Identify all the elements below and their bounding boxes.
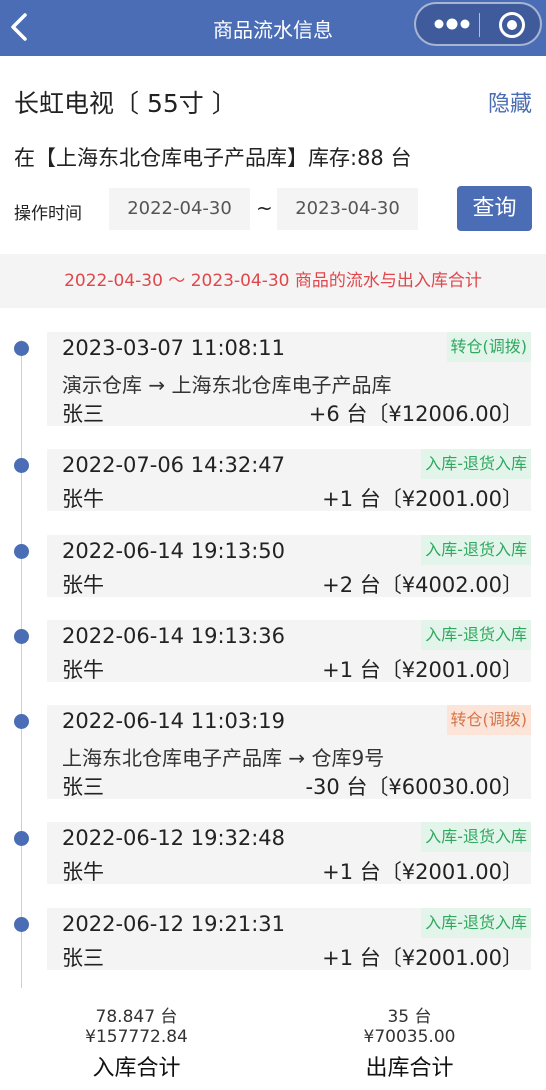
totals-footer: 78.847 台 ¥157772.84 入库合计 35 台 ¥70035.00 … xyxy=(0,988,546,1090)
mini-program-capsule xyxy=(414,2,542,46)
record-card[interactable]: 2022-06-12 19:32:48 入库-退货入库 张牛 +1 台〔¥200… xyxy=(47,822,531,884)
record-operator: 张牛 xyxy=(62,860,104,884)
record-amount: +1 台〔¥2001.00〕 xyxy=(322,946,523,970)
timeline-dot xyxy=(14,341,29,356)
record-route: 演示仓库 → 上海东北仓库电子产品库 xyxy=(62,373,392,397)
record-time: 2022-06-12 19:32:48 xyxy=(62,826,286,850)
record-card[interactable]: 2022-06-14 19:13:50 入库-退货入库 张牛 +2 台〔¥400… xyxy=(47,535,531,597)
record-type-tag: 入库-退货入库 xyxy=(421,822,531,852)
timeline-dot xyxy=(14,629,29,644)
hide-button[interactable]: 隐藏 xyxy=(488,86,532,118)
record-time: 2022-06-14 11:03:19 xyxy=(62,709,286,733)
record-operator: 张牛 xyxy=(62,658,104,682)
record-amount: +2 台〔¥4002.00〕 xyxy=(322,573,523,597)
product-name: 长虹电视〔 55寸 〕 xyxy=(14,89,237,118)
start-date-picker[interactable]: 2022-04-30 xyxy=(109,188,250,230)
timeline-dot xyxy=(14,831,29,846)
record-route: 上海东北仓库电子产品库 → 仓库9号 xyxy=(62,746,385,770)
record-operator: 张三 xyxy=(62,775,104,799)
record-amount: +1 台〔¥2001.00〕 xyxy=(322,487,523,511)
record-amount: +1 台〔¥2001.00〕 xyxy=(322,860,523,884)
query-button[interactable]: 查询 xyxy=(457,186,532,231)
record-operator: 张三 xyxy=(62,946,104,970)
record-type-tag: 转仓(调拨) xyxy=(446,332,531,362)
record-card[interactable]: 2022-06-14 11:03:19 转仓(调拨) 上海东北仓库电子产品库 →… xyxy=(47,705,531,799)
record-type-tag: 入库-退货入库 xyxy=(421,620,531,650)
close-icon[interactable] xyxy=(498,11,526,39)
outbound-quantity: 35 台 xyxy=(387,1007,432,1027)
inbound-label: 入库合计 xyxy=(92,1056,181,1081)
end-date-picker[interactable]: 2023-04-30 xyxy=(277,188,418,230)
timeline-dot xyxy=(14,917,29,932)
record-time: 2022-07-06 14:32:47 xyxy=(62,453,286,477)
timeline-dot xyxy=(14,714,29,729)
record-type-tag: 入库-退货入库 xyxy=(421,908,531,938)
outbound-amount: ¥70035.00 xyxy=(363,1027,456,1047)
record-operator: 张三 xyxy=(62,402,104,426)
record-card[interactable]: 2022-06-12 19:21:31 入库-退货入库 张三 +1 台〔¥200… xyxy=(47,908,531,970)
operation-time-label: 操作时间 xyxy=(14,204,82,224)
record-card[interactable]: 2023-03-07 11:08:11 转仓(调拨) 演示仓库 → 上海东北仓库… xyxy=(47,332,531,426)
record-time: 2022-06-12 19:21:31 xyxy=(62,912,286,936)
record-type-tag: 入库-退货入库 xyxy=(421,449,531,479)
record-time: 2022-06-14 19:13:50 xyxy=(62,539,286,563)
record-amount: +1 台〔¥2001.00〕 xyxy=(322,658,523,682)
record-operator: 张牛 xyxy=(62,573,104,597)
record-type-tag: 转仓(调拨) xyxy=(446,705,531,735)
record-card[interactable]: 2022-07-06 14:32:47 入库-退货入库 张牛 +1 台〔¥200… xyxy=(47,449,531,511)
date-separator: ~ xyxy=(256,196,273,220)
timeline-dot xyxy=(14,544,29,559)
record-amount: +6 台〔¥12006.00〕 xyxy=(308,402,523,426)
record-amount: -30 台〔¥60030.00〕 xyxy=(305,775,523,799)
nav-bar: 商品流水信息 xyxy=(0,0,546,56)
stock-location: 在【上海东北仓库电子产品库】库存:88 台 xyxy=(14,146,412,170)
inbound-amount: ¥157772.84 xyxy=(85,1027,188,1047)
timeline-line xyxy=(21,340,22,990)
summary-banner: 2022-04-30 ～ 2023-04-30 商品的流水与出入库合计 xyxy=(0,254,546,308)
inbound-quantity: 78.847 台 xyxy=(95,1007,178,1027)
record-type-tag: 入库-退货入库 xyxy=(421,535,531,565)
record-time: 2022-06-14 19:13:36 xyxy=(62,624,286,648)
timeline-dot xyxy=(14,458,29,473)
record-operator: 张牛 xyxy=(62,487,104,511)
capsule-divider xyxy=(479,13,480,37)
outbound-label: 出库合计 xyxy=(365,1056,454,1081)
record-time: 2023-03-07 11:08:11 xyxy=(62,336,286,360)
record-card[interactable]: 2022-06-14 19:13:36 入库-退货入库 张牛 +1 台〔¥200… xyxy=(47,620,531,682)
more-icon[interactable] xyxy=(432,14,472,34)
